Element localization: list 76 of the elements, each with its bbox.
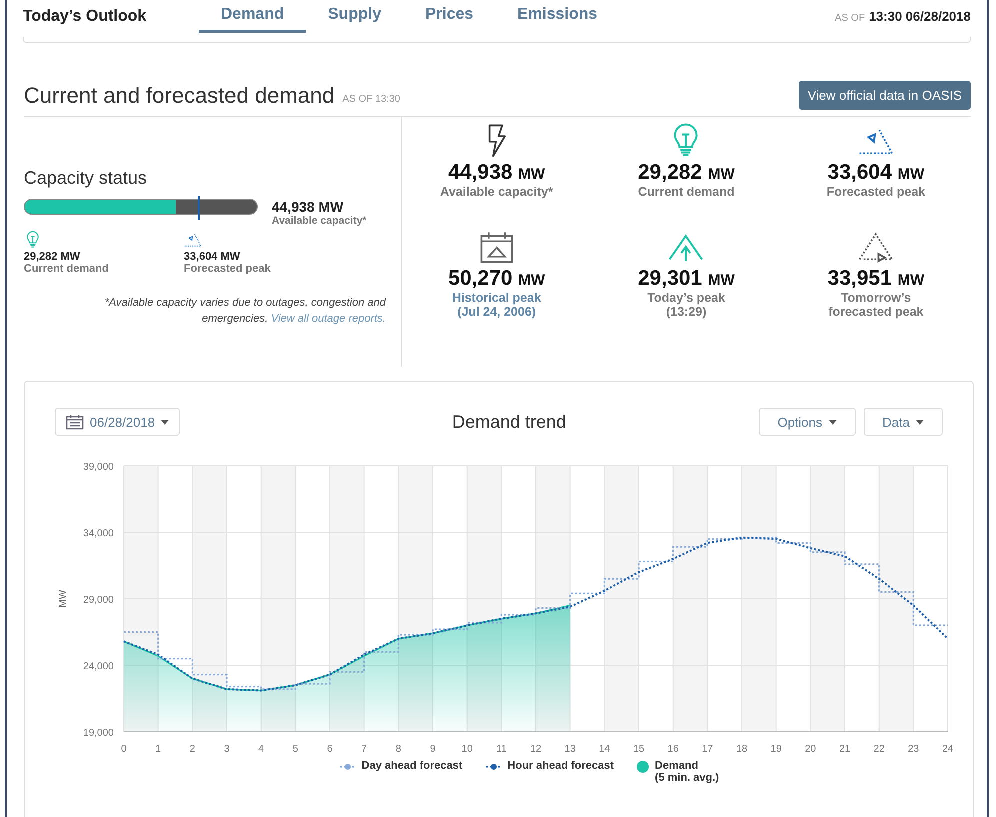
caret-icon bbox=[828, 420, 837, 424]
y-tick-label: 34,000 bbox=[83, 528, 114, 540]
stat-label: Tomorrow’s forecasted peak bbox=[828, 291, 924, 319]
section-title: Current and forecasted demand bbox=[24, 82, 335, 108]
x-tick-label: 21 bbox=[839, 744, 851, 755]
stat-value: 33,604 MW bbox=[828, 161, 925, 185]
stat-label: Available capacity* bbox=[440, 185, 554, 199]
capacity-total: 44,938 MW bbox=[272, 199, 345, 215]
as-of-label: AS OF bbox=[835, 13, 866, 24]
x-tick-label: 8 bbox=[396, 744, 402, 755]
as-of-timestamp: 13:30 06/28/2018 bbox=[869, 9, 971, 24]
legend-label: Day ahead forecast bbox=[362, 760, 463, 772]
stat-label: Forecasted peak bbox=[826, 185, 926, 199]
stat-value: 29,282 MW bbox=[638, 161, 735, 185]
dropdown-button[interactable]: Data bbox=[864, 408, 943, 436]
x-tick-label: 2 bbox=[190, 744, 196, 755]
dropdown-button[interactable]: Options bbox=[758, 408, 856, 436]
nav-tab[interactable]: Emissions bbox=[496, 0, 620, 33]
x-tick-label: 1 bbox=[156, 744, 162, 755]
x-tick-label: 15 bbox=[633, 744, 645, 755]
as-of-time: AS OF 13:30 bbox=[342, 94, 400, 105]
stat-value: 29,301 MW bbox=[638, 267, 735, 291]
capacity-label: Available capacity* bbox=[272, 215, 367, 227]
stat-value: 44,938 MW bbox=[448, 161, 546, 185]
x-tick-label: 3 bbox=[224, 744, 230, 755]
stat-label: Today’s peak (13:29) bbox=[648, 291, 726, 319]
x-tick-label: 17 bbox=[702, 744, 714, 755]
oasis-button[interactable]: View official data in OASIS bbox=[798, 81, 971, 110]
x-tick-label: 20 bbox=[805, 744, 816, 755]
caret-icon bbox=[916, 420, 924, 424]
stat-label: Current demand bbox=[638, 185, 735, 199]
x-tick-label: 16 bbox=[668, 744, 679, 755]
date-dropdown[interactable]: 06/28/2018 bbox=[55, 408, 180, 436]
nav-tab[interactable]: Demand bbox=[199, 0, 306, 33]
x-tick-label: 5 bbox=[292, 744, 298, 755]
light-bulb-icon bbox=[24, 231, 42, 249]
x-tick-label: 11 bbox=[496, 744, 507, 755]
capacity-note: *Available capacity varies due to outages, congestion and emergencies. View all outage reports. bbox=[104, 296, 386, 327]
page-title: Today’s Outlook bbox=[23, 8, 148, 26]
demand-value: 33,604 MW bbox=[184, 251, 240, 263]
x-tick-label: 9 bbox=[430, 744, 436, 755]
x-tick-label: 19 bbox=[770, 744, 782, 755]
chart-title: Demand trend bbox=[451, 412, 568, 432]
stat-value: 33,951 MW bbox=[828, 267, 925, 291]
capacity-title: Capacity status bbox=[24, 168, 148, 189]
legend-dot bbox=[636, 760, 650, 774]
x-tick-label: 23 bbox=[908, 744, 920, 755]
y-tick-label: 19,000 bbox=[83, 728, 114, 739]
demand-label: Forecasted peak bbox=[184, 263, 271, 275]
outage-reports-link[interactable]: View all outage reports. bbox=[271, 313, 386, 325]
y-tick-label: 24,000 bbox=[83, 662, 114, 672]
demand-value: 29,282 MW bbox=[24, 251, 80, 263]
x-tick-label: 12 bbox=[530, 744, 542, 755]
nav-tab[interactable]: Supply bbox=[306, 0, 404, 33]
line-series bbox=[123, 604, 572, 692]
caret-icon bbox=[161, 420, 170, 424]
stat-label: Historical peak (Jul 24, 2006) bbox=[452, 291, 542, 319]
x-tick-label: 14 bbox=[599, 744, 610, 755]
x-tick-label: 0 bbox=[121, 744, 127, 755]
x-tick-label: 6 bbox=[327, 744, 333, 755]
calendar-icon bbox=[66, 414, 84, 430]
y-tick-label: 29,000 bbox=[83, 595, 114, 606]
x-tick-label: 18 bbox=[736, 744, 748, 755]
stat-value: 50,270 MW bbox=[448, 267, 546, 291]
nav-tab[interactable]: Prices bbox=[403, 0, 496, 33]
y-axis-label: MW bbox=[58, 590, 69, 608]
x-tick-label: 22 bbox=[874, 744, 885, 755]
x-tick-label: 7 bbox=[362, 744, 368, 755]
x-tick-label: 4 bbox=[258, 744, 264, 755]
x-tick-label: 24 bbox=[942, 744, 954, 755]
x-tick-label: 10 bbox=[462, 744, 473, 755]
legend-label: Hour ahead forecast bbox=[508, 760, 614, 772]
demand-label: Current demand bbox=[24, 263, 109, 275]
x-tick-label: 13 bbox=[564, 744, 576, 755]
y-tick-label: 39,000 bbox=[83, 462, 114, 473]
legend-label: Demand (5 min. avg.) bbox=[655, 760, 720, 784]
